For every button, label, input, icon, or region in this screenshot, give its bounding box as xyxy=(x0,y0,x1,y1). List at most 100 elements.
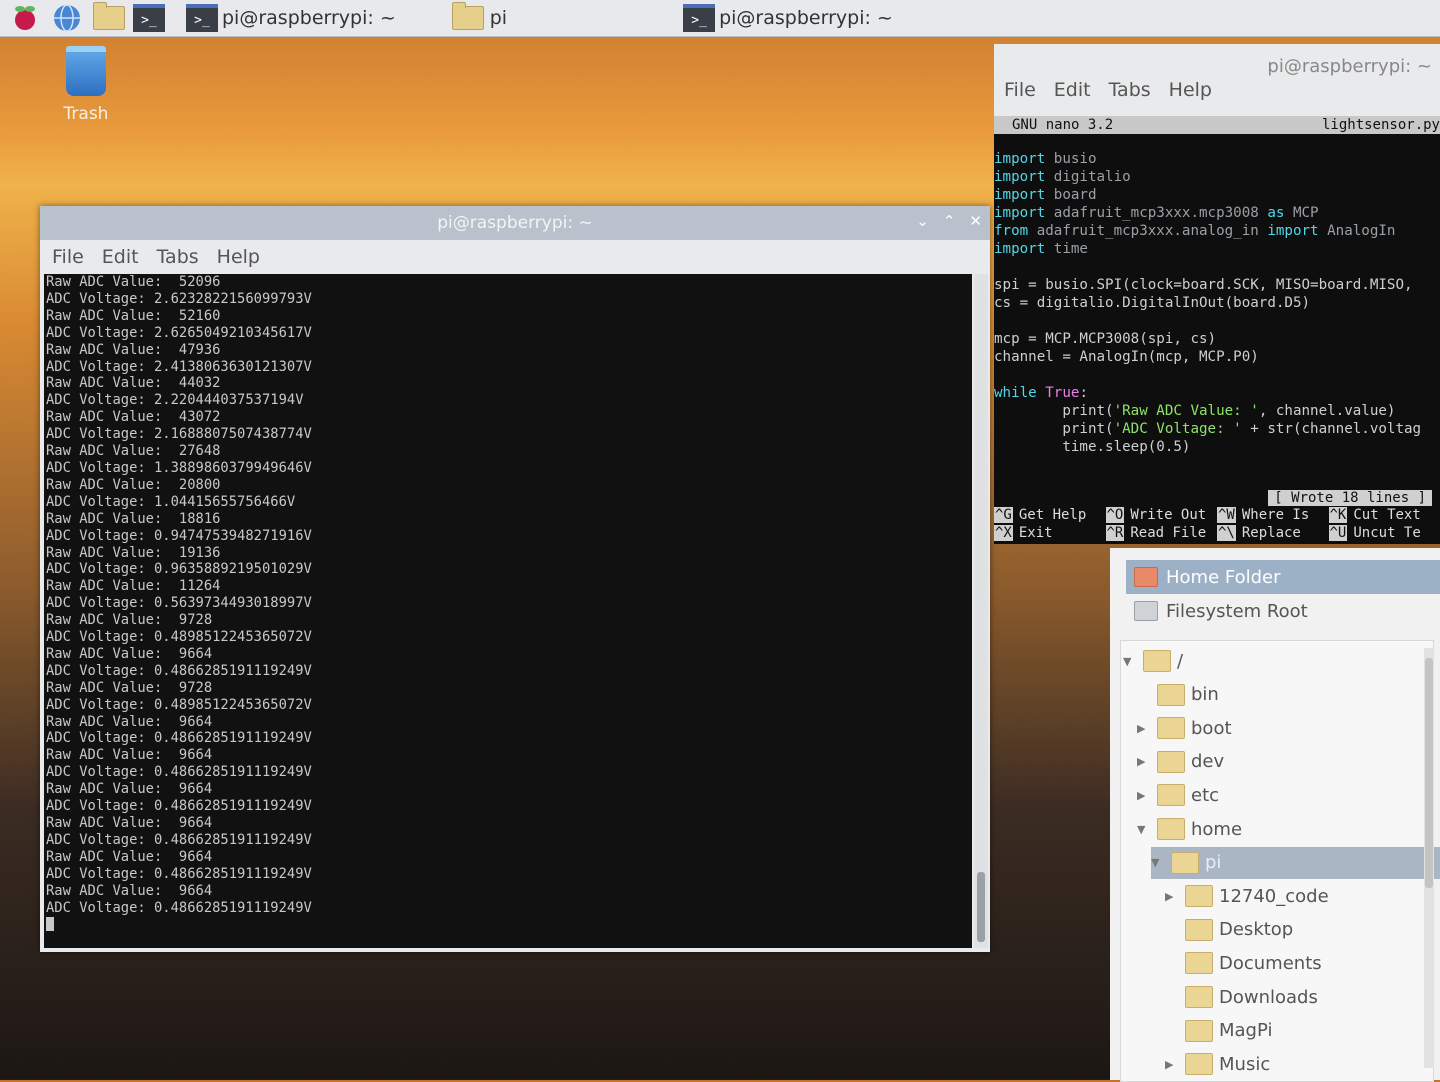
file-manager-icon[interactable] xyxy=(92,3,126,33)
menu-tabs[interactable]: Tabs xyxy=(1109,79,1151,101)
nano-shortcut[interactable]: ^OWrite Out xyxy=(1106,506,1218,524)
close-icon[interactable]: ✕ xyxy=(969,212,982,230)
folder-icon xyxy=(1185,919,1213,941)
collapsed-arrow-icon[interactable]: ▶ xyxy=(1165,890,1179,903)
tree-node-music[interactable]: ▶ Music xyxy=(1165,1048,1270,1080)
collapsed-arrow-icon[interactable]: ▶ xyxy=(1137,789,1151,802)
menu-edit[interactable]: Edit xyxy=(1054,79,1091,101)
web-browser-icon[interactable] xyxy=(50,3,84,33)
nano-shortcut[interactable]: ^XExit xyxy=(994,524,1106,542)
code-line: import adafruit_mcp3xxx.mcp3008 as MCP xyxy=(994,204,1440,222)
taskbar-task-folder[interactable]: pi xyxy=(444,2,515,34)
tree-node-label: boot xyxy=(1191,718,1232,739)
nano-shortcut[interactable]: ^GGet Help xyxy=(994,506,1106,524)
tree-node-label: / xyxy=(1177,651,1183,672)
folder-icon xyxy=(1185,1020,1213,1042)
terminal-output[interactable]: Raw ADC Value: 52096ADC Voltage: 2.62328… xyxy=(44,274,972,948)
tree-node-downloads[interactable]: Downloads xyxy=(1165,981,1318,1013)
terminal-window-nano: pi@raspberrypi: ~ File Edit Tabs Help GN… xyxy=(994,44,1440,544)
nano-editor[interactable]: GNU nano 3.2 lightsensor.py import busio… xyxy=(994,116,1440,544)
tree-scrollbar[interactable] xyxy=(1424,648,1434,1068)
tree-node-label: Documents xyxy=(1219,953,1322,974)
terminal-line: ADC Voltage: 0.4866285191119249V xyxy=(46,900,972,917)
collapsed-arrow-icon[interactable]: ▶ xyxy=(1137,722,1151,735)
shortcut-key: ^R xyxy=(1106,525,1125,541)
menu-help[interactable]: Help xyxy=(217,246,260,268)
shortcut-key: ^U xyxy=(1329,525,1348,541)
terminal-line: ADC Voltage: 1.04415655756466V xyxy=(46,494,972,511)
menu-tabs[interactable]: Tabs xyxy=(157,246,199,268)
terminal-scrollbar[interactable] xyxy=(974,274,988,948)
code-line: import time xyxy=(994,240,1440,258)
terminal-line: ADC Voltage: 2.1688807507438774V xyxy=(46,426,972,443)
maximize-icon[interactable]: ⌃ xyxy=(943,212,956,230)
expanded-arrow-icon[interactable]: ▼ xyxy=(1137,823,1151,836)
terminal-line: Raw ADC Value: 9728 xyxy=(46,680,972,697)
file-manager-window: Home Folder Filesystem Root ▼/bin▶boot▶d… xyxy=(1110,548,1440,1080)
terminal-launcher-icon[interactable]: >_ xyxy=(134,3,168,33)
terminal-line: Raw ADC Value: 9664 xyxy=(46,883,972,900)
code-area[interactable]: import busio import digitalio import boa… xyxy=(994,134,1440,456)
terminal-line: ADC Voltage: 1.3889860379949646V xyxy=(46,460,972,477)
tree-node-bin[interactable]: bin xyxy=(1137,679,1219,711)
folder-icon xyxy=(1185,986,1213,1008)
terminal-line: Raw ADC Value: 11264 xyxy=(46,578,972,595)
tree-node-magpi[interactable]: MagPi xyxy=(1165,1015,1272,1047)
tree-node-pi[interactable]: ▼ pi xyxy=(1151,847,1440,879)
minimize-icon[interactable]: ⌄ xyxy=(916,212,929,230)
raspberry-menu-icon[interactable] xyxy=(8,3,42,33)
tree-node-label: pi xyxy=(1205,852,1221,873)
terminal-window-output: pi@raspberrypi: ~ ⌄ ⌃ ✕ File Edit Tabs H… xyxy=(40,206,990,952)
tree-node-etc[interactable]: ▶etc xyxy=(1137,779,1219,811)
folder-icon xyxy=(1157,818,1185,840)
tree-node-boot[interactable]: ▶ boot xyxy=(1137,712,1232,744)
code-line: import board xyxy=(994,186,1440,204)
tree-node-dev[interactable]: ▶dev xyxy=(1137,746,1224,778)
folder-icon xyxy=(1171,852,1199,874)
code-line: print('ADC Voltage: ' + str(channel.volt… xyxy=(994,420,1440,438)
terminal-line: Raw ADC Value: 9664 xyxy=(46,747,972,764)
collapsed-arrow-icon[interactable]: ▶ xyxy=(1137,755,1151,768)
desktop-trash[interactable]: Trash xyxy=(56,46,116,124)
terminal-line: Raw ADC Value: 52096 xyxy=(46,274,972,291)
menu-file[interactable]: File xyxy=(1004,79,1036,101)
tree-node-[interactable]: ▼/ xyxy=(1123,645,1183,677)
nano-header: GNU nano 3.2 lightsensor.py xyxy=(994,116,1440,134)
tree-node-documents[interactable]: Documents xyxy=(1165,947,1322,979)
menu-edit[interactable]: Edit xyxy=(102,246,139,268)
taskbar-task-terminal-2[interactable]: >_ pi@raspberrypi: ~ xyxy=(675,2,901,34)
expanded-arrow-icon[interactable]: ▼ xyxy=(1123,655,1137,668)
menu-file[interactable]: File xyxy=(52,246,84,268)
collapsed-arrow-icon[interactable]: ▶ xyxy=(1165,1058,1179,1071)
nano-filename: lightsensor.py xyxy=(1322,116,1440,134)
tree-node-12740-code[interactable]: ▶12740_code xyxy=(1165,880,1329,912)
nano-version: GNU nano 3.2 xyxy=(1012,116,1113,134)
nano-shortcut[interactable]: ^\Replace xyxy=(1217,524,1329,542)
tree-node-desktop[interactable]: Desktop xyxy=(1165,914,1293,946)
tree-node-home[interactable]: ▼home xyxy=(1137,813,1242,845)
tree-node-label: Music xyxy=(1219,1054,1270,1075)
nano-shortcut[interactable]: ^WWhere Is xyxy=(1217,506,1329,524)
place-filesystem-root[interactable]: Filesystem Root xyxy=(1126,594,1440,628)
menubar: File Edit Tabs Help xyxy=(40,240,990,274)
trash-icon xyxy=(66,46,106,96)
taskbar-task-terminal-1[interactable]: >_ pi@raspberrypi: ~ xyxy=(178,2,404,34)
nano-shortcut[interactable]: ^KCut Text xyxy=(1329,506,1440,524)
terminal-line: Raw ADC Value: 9664 xyxy=(46,646,972,663)
shortcut-label: Read File xyxy=(1130,525,1206,541)
terminal-line: ADC Voltage: 0.4866285191119249V xyxy=(46,764,972,781)
tree-node-label: Downloads xyxy=(1219,987,1318,1008)
shortcut-label: Cut Text xyxy=(1353,507,1420,523)
place-home-folder[interactable]: Home Folder xyxy=(1126,560,1440,594)
menu-help[interactable]: Help xyxy=(1169,79,1212,101)
code-line: import busio xyxy=(994,150,1440,168)
shortcut-key: ^X xyxy=(994,525,1013,541)
code-line: mcp = MCP.MCP3008(spi, cs) xyxy=(994,330,1440,348)
terminal-line: ADC Voltage: 0.4898512245365072V xyxy=(46,629,972,646)
nano-shortcut[interactable]: ^R Read File xyxy=(1106,524,1218,542)
taskbar: >_ >_ pi@raspberrypi: ~ pi >_ pi@raspber… xyxy=(0,0,1440,37)
code-line: spi = busio.SPI(clock=board.SCK, MISO=bo… xyxy=(994,276,1440,294)
nano-shortcut[interactable]: ^UUncut Te xyxy=(1329,524,1440,542)
expanded-arrow-icon[interactable]: ▼ xyxy=(1151,856,1165,869)
window-titlebar[interactable]: pi@raspberrypi: ~ ⌄ ⌃ ✕ xyxy=(40,206,990,240)
